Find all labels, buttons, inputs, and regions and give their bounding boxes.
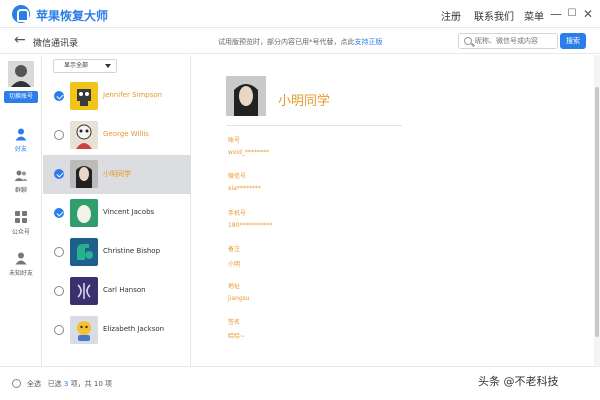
list-item[interactable]: Carl Hanson xyxy=(43,272,191,311)
contact-list-pane: 显示全部 Jennifer Simpson George Willis 小明同学 xyxy=(43,55,191,366)
divider xyxy=(226,125,402,126)
contact-avatar xyxy=(70,238,98,266)
search-box[interactable] xyxy=(458,33,558,49)
total-count: 10 xyxy=(93,380,103,388)
field-label-phone: 手机号 xyxy=(228,210,247,217)
list-item[interactable]: Vincent Jacobs xyxy=(43,194,191,233)
nav-label-groups: 群聊 xyxy=(14,187,27,194)
total-suffix: 项 xyxy=(105,380,113,388)
list-item[interactable]: Elizabeth Jackson xyxy=(43,311,191,350)
chevron-down-icon xyxy=(105,64,111,68)
row-checkbox[interactable] xyxy=(54,286,64,296)
field-label-remark: 备注 xyxy=(228,246,241,253)
row-checkbox[interactable] xyxy=(54,130,64,140)
contact-name: Elizabeth Jackson xyxy=(103,325,165,333)
list-item[interactable]: Christine Bishop xyxy=(43,233,191,272)
contact-name: Christine Bishop xyxy=(103,247,161,255)
close-button[interactable]: ✕ xyxy=(580,6,596,22)
field-label-signature: 签名 xyxy=(228,319,241,326)
watermark-text: 头条 @不老科技 xyxy=(478,375,559,388)
maximize-button[interactable]: ☐ xyxy=(564,6,580,22)
group-icon xyxy=(14,170,28,181)
field-label-account: 账号 xyxy=(228,137,241,144)
left-nav: 切换账号 好友 群聊 公众号 未知好友 xyxy=(0,55,42,366)
scrollbar-thumb[interactable] xyxy=(595,87,599,337)
contact-avatar xyxy=(70,277,98,305)
minimize-button[interactable]: — xyxy=(548,6,564,22)
selected-mid: 项，共 xyxy=(70,380,92,388)
contact-name: Jennifer Simpson xyxy=(103,91,163,99)
filter-value: 显示全部 xyxy=(64,62,89,69)
detail-avatar xyxy=(226,76,266,116)
field-label-wechat-id: 微信号 xyxy=(228,173,247,180)
register-link[interactable]: 注册 xyxy=(441,8,461,23)
field-value-address: jiangsu xyxy=(228,295,250,302)
contact-name: 小明同学 xyxy=(103,170,131,178)
app-logo-icon xyxy=(12,5,30,23)
nav-label-friends: 好友 xyxy=(14,146,27,153)
select-all-checkbox[interactable] xyxy=(12,379,21,388)
footer-bar: 全选 已选 3 项，共 10 项 头条 @不老科技 xyxy=(0,366,600,400)
detail-name: 小明同学 xyxy=(278,94,331,109)
trial-notice: 试用版预览时，部分内容已用*号代替，点此支持正版 xyxy=(218,37,383,47)
title-bar: 苹果恢复大师 注册 联系我们 菜单 — ☐ ✕ xyxy=(0,0,600,28)
row-checkbox[interactable] xyxy=(54,325,64,335)
field-value-signature: 哈哈~ xyxy=(228,333,246,340)
detail-scrollbar[interactable] xyxy=(594,55,600,366)
selected-prefix: 已选 xyxy=(47,380,62,388)
account-avatar[interactable] xyxy=(8,61,34,87)
contact-name: Vincent Jacobs xyxy=(103,208,155,216)
row-checkbox[interactable] xyxy=(54,208,64,218)
contact-link[interactable]: 联系我们 xyxy=(474,8,514,23)
contact-avatar xyxy=(70,199,98,227)
app-window: 苹果恢复大师 注册 联系我们 菜单 — ☐ ✕ ← 微信通讯录 试用版预览时，部… xyxy=(0,0,600,400)
person-icon xyxy=(15,128,27,141)
contact-avatar xyxy=(70,82,98,110)
row-checkbox[interactable] xyxy=(54,169,64,179)
row-checkbox[interactable] xyxy=(54,91,64,101)
list-item[interactable]: George Willis xyxy=(43,116,191,155)
select-all-label[interactable]: 全选 xyxy=(27,380,41,388)
nav-item-friends[interactable]: 好友 xyxy=(0,127,42,161)
contact-avatar xyxy=(70,160,98,188)
search-input[interactable] xyxy=(475,35,555,47)
list-item[interactable]: Jennifer Simpson xyxy=(43,77,191,116)
selected-count: 3 xyxy=(63,380,69,388)
nav-label-official-accounts: 公众号 xyxy=(11,229,30,236)
list-item[interactable]: 小明同学 xyxy=(43,155,191,194)
grid-icon xyxy=(15,211,27,223)
contact-avatar xyxy=(70,316,98,344)
contact-name: George Willis xyxy=(103,130,149,138)
page-title: 微信通讯录 xyxy=(33,39,79,49)
selection-summary: 全选 已选 3 项，共 10 项 xyxy=(27,379,112,389)
menu-link[interactable]: 菜单 xyxy=(524,8,544,23)
search-button[interactable]: 搜索 xyxy=(560,33,586,49)
trial-support-link[interactable]: 支持正版 xyxy=(355,38,383,46)
contact-name: Carl Hanson xyxy=(103,286,146,294)
field-value-phone: 180*********** xyxy=(228,222,273,229)
unknown-person-icon xyxy=(15,252,27,265)
field-label-address: 地址 xyxy=(228,283,241,290)
field-value-wechat-id: xia******** xyxy=(228,185,261,192)
nav-item-official-accounts[interactable]: 公众号 xyxy=(0,210,42,244)
back-arrow-icon[interactable]: ← xyxy=(14,32,26,48)
trial-notice-text: 试用版预览时，部分内容已用*号代替，点此 xyxy=(218,38,355,46)
field-value-account: wxid_******** xyxy=(228,149,269,156)
search-icon xyxy=(464,37,472,45)
app-title: 苹果恢复大师 xyxy=(36,9,109,23)
contact-detail-pane: 小明同学 账号 wxid_******** 微信号 xia******** 手机… xyxy=(192,55,592,366)
switch-account-button[interactable]: 切换账号 xyxy=(4,91,38,103)
filter-dropdown[interactable]: 显示全部 xyxy=(53,59,117,73)
row-checkbox[interactable] xyxy=(54,247,64,257)
page-header: ← 微信通讯录 试用版预览时，部分内容已用*号代替，点此支持正版 搜索 xyxy=(0,29,600,54)
contact-avatar xyxy=(70,121,98,149)
nav-item-unknown-friends[interactable]: 未知好友 xyxy=(0,251,42,285)
field-value-remark: 小明 xyxy=(228,261,241,268)
nav-label-unknown-friends: 未知好友 xyxy=(8,270,33,277)
nav-item-groups[interactable]: 群聊 xyxy=(0,168,42,202)
